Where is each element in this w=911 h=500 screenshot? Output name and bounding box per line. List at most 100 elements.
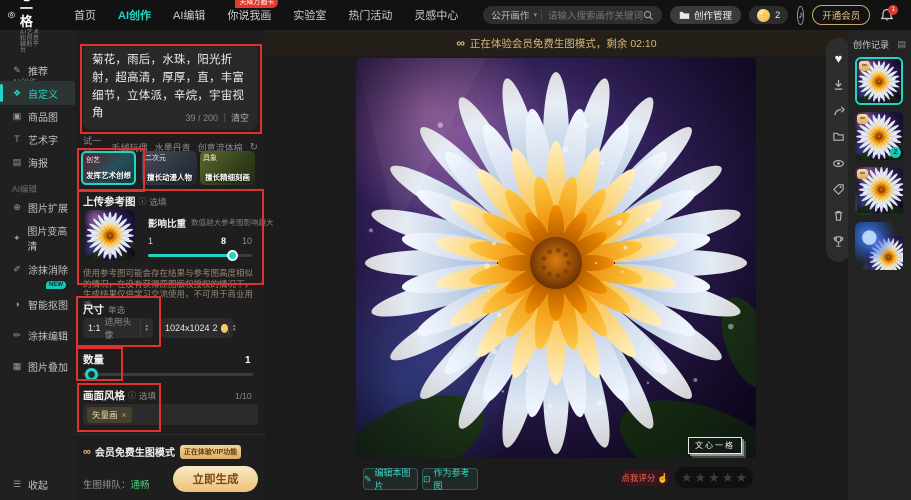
vip-trial-banner: ∞ 正在体验会员免费生图模式，剩余 02:10 xyxy=(265,30,848,56)
char-counter: 39 / 200 xyxy=(185,113,218,123)
watermark: 文心一格 xyxy=(688,437,742,454)
notifications-button[interactable]: 1 xyxy=(880,8,894,22)
style-tag: 矢量画 × xyxy=(87,407,132,423)
collect-folder-icon[interactable] xyxy=(832,130,846,144)
nav-lab[interactable]: 实验室 xyxy=(293,7,326,23)
coin-count: 2 xyxy=(775,10,780,21)
product-icon: ▣ xyxy=(11,111,23,122)
creation-settings-panel: 菊花，雨后，水珠，阳光折射，超高清，厚厚，直，丰富细节，立体派，辛烷，宇宙视角 … xyxy=(75,30,265,500)
award-trophy-icon[interactable] xyxy=(832,235,846,249)
star-icon[interactable]: ★ xyxy=(681,471,693,484)
search-bar[interactable]: 公开画作 ▾ 请输入搜索画作关键词 xyxy=(483,6,662,24)
open-membership-button[interactable]: 开通会员 xyxy=(812,5,870,25)
smear-edit-icon: ✏ xyxy=(11,330,23,341)
divider xyxy=(224,113,225,122)
weight-min: 1 xyxy=(148,236,153,246)
delete-trash-icon[interactable] xyxy=(832,209,846,223)
quantity-slider[interactable] xyxy=(83,373,253,376)
vip-infinity-badge: ∞ xyxy=(857,114,868,124)
sidebar-collapse-button[interactable]: ☰ 收起 xyxy=(0,472,75,496)
stepper-icon[interactable]: ▴▾ xyxy=(228,321,236,335)
nav-promo-badge: 天降万画卡 xyxy=(235,0,278,8)
resolution-select[interactable]: 1024x1024 2 ⚡ ▴▾ xyxy=(160,318,233,338)
sidebar-item-recommend[interactable]: ✎ 推荐 xyxy=(0,58,75,82)
model-option-anime[interactable]: 二次元 擅长动漫人物 xyxy=(142,151,197,185)
star-icon[interactable]: ★ xyxy=(695,471,707,484)
generate-button[interactable]: 立即生成 xyxy=(173,466,258,492)
history-thumbnail[interactable] xyxy=(855,222,903,270)
quantity-value: 1 xyxy=(245,355,251,366)
favorite-icon[interactable]: ♥ xyxy=(832,51,846,65)
sidebar-item-image-hd[interactable]: ✦ 图片变高清 xyxy=(0,226,75,250)
sidebar-item-poster[interactable]: ▤ 海报 xyxy=(0,150,75,174)
sidebar-item-smear-edit[interactable]: ✏ 涂抹编辑 xyxy=(0,323,75,347)
share-icon[interactable] xyxy=(832,104,846,118)
aspect-ratio-select[interactable]: 1:1 适用头像 ▴▾ xyxy=(83,318,153,338)
history-thumbnail[interactable]: ∞ xyxy=(855,57,903,105)
pointing-hand-icon: ☝ xyxy=(657,473,668,484)
pencil-icon: ✎ xyxy=(11,65,23,76)
top-navigation-bar: 文心一格 AI艺术和创意辅助平台 首页 AI创作 AI编辑 你说我画 天降万画卡… xyxy=(0,0,911,30)
clear-prompt-button[interactable]: 清空 xyxy=(231,111,249,124)
sidebar-item-image-overlay[interactable]: ▦ 图片叠加 xyxy=(0,354,75,378)
generated-image[interactable] xyxy=(356,58,756,458)
model-option-creative[interactable]: 创艺 发挥艺术创想 xyxy=(81,151,136,185)
history-thumbnail[interactable]: ∞ xyxy=(855,167,903,215)
nav-inspiration[interactable]: 灵感中心 xyxy=(414,7,458,23)
history-thumbnail[interactable]: ∞ 2 xyxy=(855,112,903,160)
rate-me-badge[interactable]: 点我评分 ☝ xyxy=(621,470,669,486)
coin-balance[interactable]: ⚡ 2 xyxy=(749,6,788,24)
erase-icon: ✐ xyxy=(11,264,23,275)
prompt-input[interactable]: 菊花，雨后，水珠，阳光折射，超高清，厚厚，直，丰富细节，立体派，辛烷，宇宙视角 … xyxy=(83,44,258,130)
folder-icon xyxy=(679,10,690,20)
weight-slider[interactable] xyxy=(148,254,252,257)
nav-home[interactable]: 首页 xyxy=(74,7,96,23)
pencil-icon: ✎ xyxy=(364,474,372,485)
reference-image-thumbnail[interactable] xyxy=(85,210,135,260)
search-category-select[interactable]: 公开画作 xyxy=(491,8,529,22)
star-icon[interactable]: ★ xyxy=(722,471,734,484)
creation-manage-button[interactable]: 创作管理 xyxy=(670,6,741,24)
app-logo[interactable]: 文心一格 AI艺术和创意辅助平台 xyxy=(8,0,45,54)
sidebar-item-custom[interactable]: ❖ 自定义 xyxy=(0,81,75,105)
download-icon[interactable] xyxy=(832,77,846,91)
chevron-down-icon: ▾ xyxy=(533,11,537,19)
nav-ai-edit[interactable]: AI编辑 xyxy=(173,7,205,23)
sidebar-item-smear-erase[interactable]: ✐ 涂抹消除 xyxy=(0,257,75,281)
stepper-icon[interactable]: ▴▾ xyxy=(140,321,148,335)
search-input[interactable]: 请输入搜索画作关键词 xyxy=(548,8,643,22)
search-icon[interactable] xyxy=(643,10,654,21)
slider-fill xyxy=(148,254,230,257)
vip-infinity-badge: ∞ xyxy=(857,169,868,179)
sidebar-item-product-image[interactable]: ▣ 商品图 xyxy=(0,104,75,128)
use-as-reference-button[interactable]: ⊡ 作为参考图 xyxy=(422,468,478,490)
edit-image-button[interactable]: ✎ 编辑本图片 xyxy=(363,468,418,490)
poster-icon: ▤ xyxy=(11,157,23,168)
sidebar-item-art-text[interactable]: T 艺术字 xyxy=(0,127,75,151)
star-icon[interactable]: ★ xyxy=(708,471,720,484)
sidebar-item-image-expand[interactable]: ⊕ 图片扩展 xyxy=(0,195,75,219)
coin-icon: ⚡ xyxy=(221,324,228,333)
vip-trial-badge: 正在体验VIP功能 xyxy=(180,445,241,459)
tag-icon[interactable] xyxy=(832,182,846,196)
sidebar-section-ai-edit: AI编辑 xyxy=(12,183,37,195)
custom-icon: ❖ xyxy=(11,88,23,99)
vip-infinity-badge: ∞ xyxy=(859,61,870,71)
style-tag-input[interactable]: 矢量画 × xyxy=(83,404,258,425)
sidebar-item-smart-cutout[interactable]: ◑ 智能抠图 xyxy=(0,292,75,316)
slider-handle[interactable] xyxy=(227,250,238,261)
model-option-realistic[interactable]: 具象 擅长精细刻画 xyxy=(200,151,255,185)
nav-you-say-i-draw[interactable]: 你说我画 天降万画卡 xyxy=(227,7,271,23)
new-badge: NEW xyxy=(46,281,66,289)
slider-handle[interactable] xyxy=(85,368,98,381)
nav-ai-create[interactable]: AI创作 xyxy=(118,7,151,23)
music-toggle-button[interactable]: ♪ xyxy=(797,6,804,25)
nav-hot-activities[interactable]: 热门活动 xyxy=(348,7,392,23)
queue-status: 生图排队：通畅 xyxy=(83,477,150,491)
star-icon[interactable]: ★ xyxy=(735,471,747,484)
app-subtitle: AI艺术和创意辅助平台 xyxy=(20,30,45,54)
info-icon: ⓘ xyxy=(128,390,136,401)
preview-eye-icon[interactable] xyxy=(832,156,846,170)
close-icon[interactable]: × xyxy=(122,410,127,420)
list-icon[interactable]: ▤ xyxy=(897,39,906,50)
